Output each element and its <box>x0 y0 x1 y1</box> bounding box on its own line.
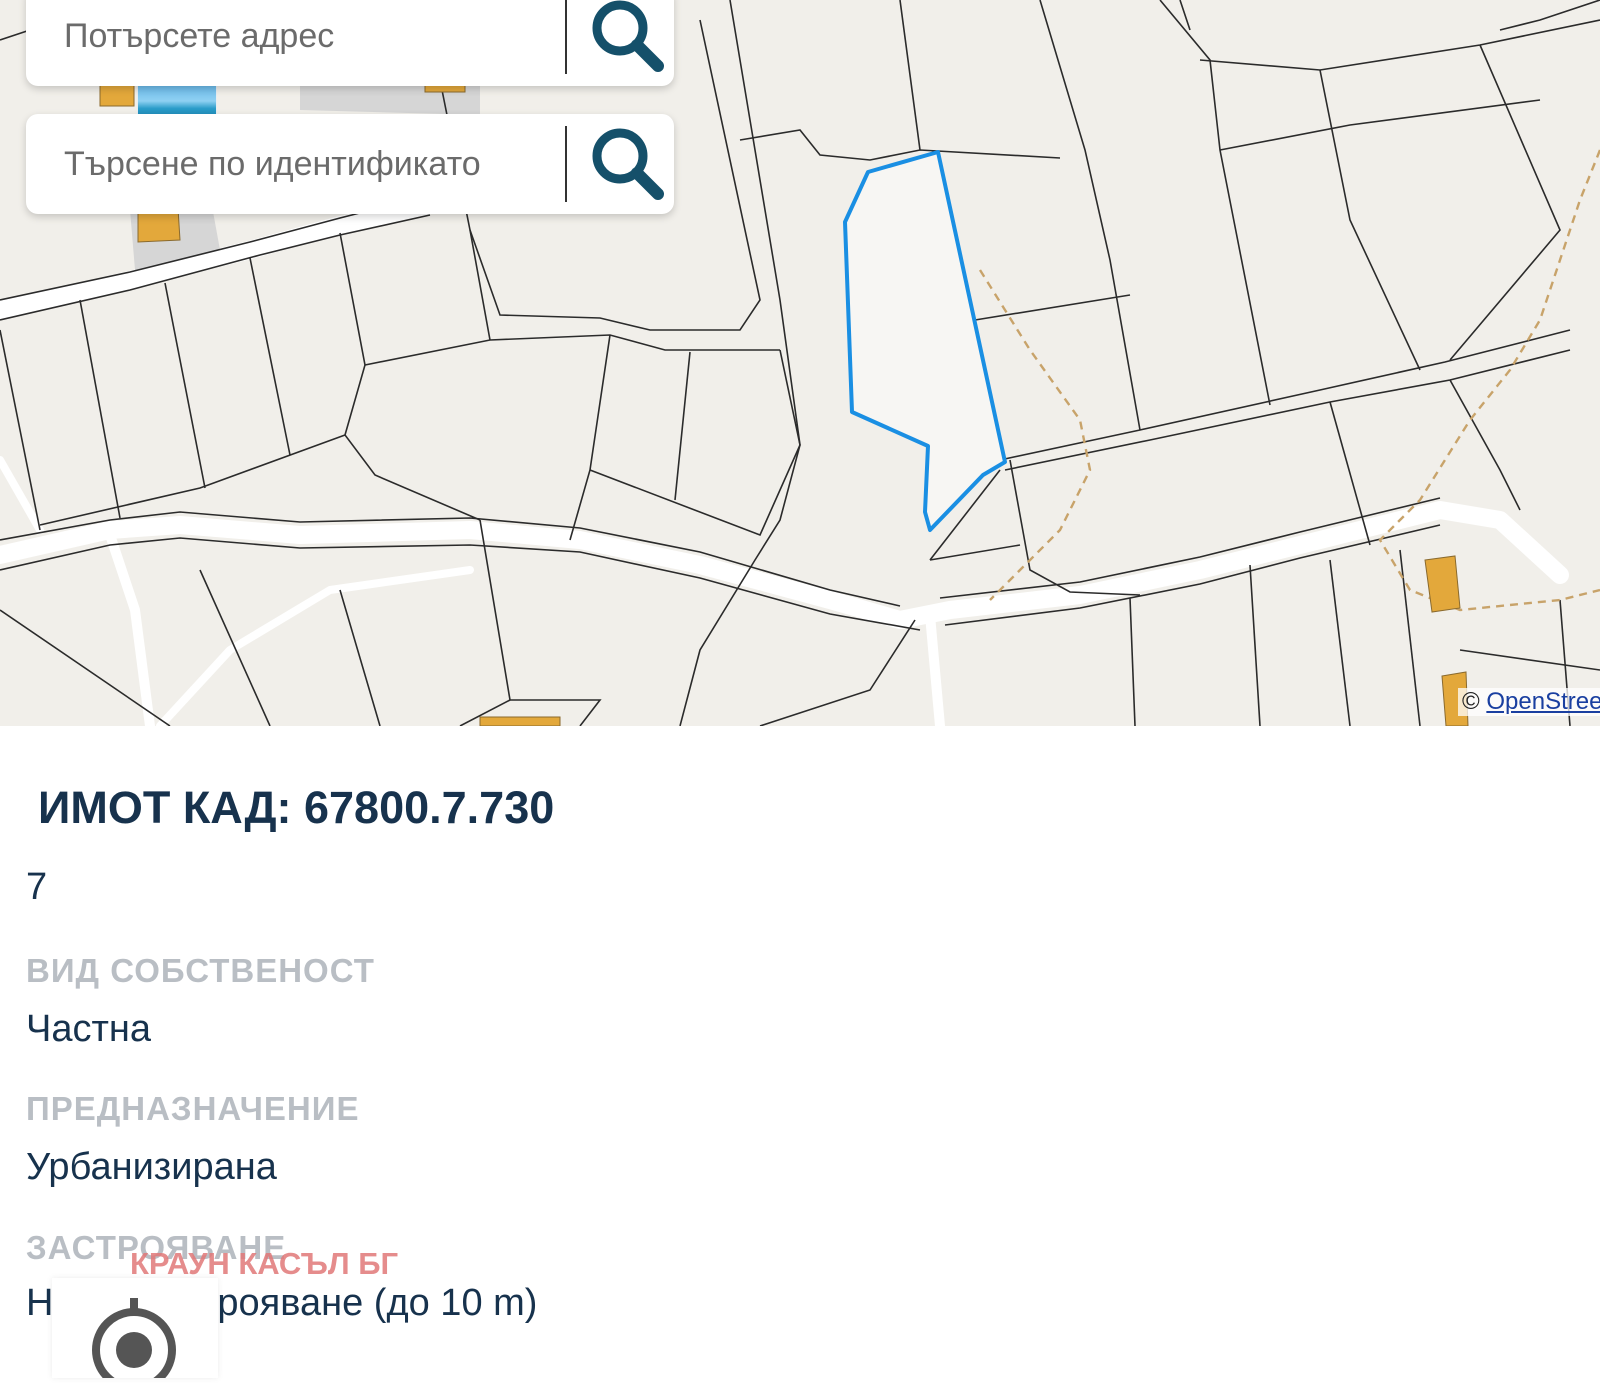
locate-me-button[interactable] <box>52 1278 218 1383</box>
openstreetmap-link[interactable]: OpenStree <box>1486 688 1600 715</box>
address-search-input[interactable]: Потърсете адрес <box>64 0 544 86</box>
road <box>105 530 155 726</box>
id-search-box: Търсене по идентификато <box>26 114 674 214</box>
selected-parcel-outline[interactable] <box>843 150 1007 532</box>
map-view[interactable]: Потърсете адрес Търсене по идентификато … <box>0 0 1600 726</box>
ownership-value: Частна <box>26 1008 151 1050</box>
purpose-value: Урбанизирана <box>26 1146 277 1188</box>
address-search-box: Потърсете адрес <box>26 0 674 86</box>
search-icon <box>592 0 664 72</box>
cadastral-map <box>0 0 1600 726</box>
search-icon <box>592 128 664 200</box>
identifier-search-button[interactable] <box>586 122 670 206</box>
road <box>0 196 439 319</box>
building <box>479 716 561 726</box>
ownership-label: ВИД СОБСТВЕНОСТ <box>26 952 375 989</box>
property-title: ИМОТ КАД: 67800.7.730 <box>38 782 555 833</box>
map-attribution: © OpenStree <box>1458 688 1600 716</box>
road <box>925 610 945 726</box>
watermark: КРАУН КАСЪЛ БГ <box>130 1246 399 1281</box>
identifier-search-input[interactable]: Търсене по идентификато <box>64 114 544 214</box>
road <box>0 456 44 534</box>
building <box>1424 555 1461 613</box>
copyright-symbol: © <box>1462 688 1480 715</box>
road <box>156 566 474 726</box>
search-divider <box>565 126 567 202</box>
search-divider <box>565 0 567 74</box>
purpose-label: ПРЕДНАЗНАЧЕНИЕ <box>26 1090 360 1127</box>
address-search-button[interactable] <box>586 0 670 78</box>
property-details-panel: ИМОТ КАД: 67800.7.730 7 ВИД СОБСТВЕНОСТ … <box>0 726 1600 1383</box>
property-number: 7 <box>26 866 48 908</box>
crosshair-icon <box>92 1298 176 1383</box>
